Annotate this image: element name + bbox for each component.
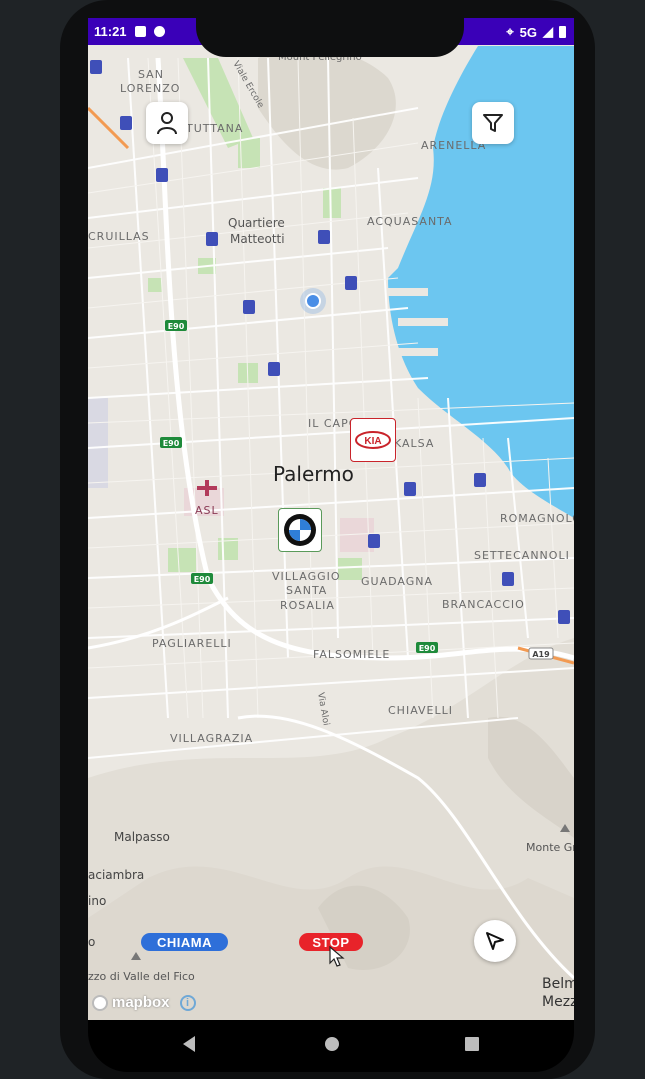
map-label-villaggio: VILLAGGIO bbox=[272, 570, 341, 583]
notification-icon bbox=[134, 26, 146, 37]
network-type: 5G bbox=[519, 24, 537, 40]
battery-icon bbox=[559, 26, 566, 38]
recents-icon[interactable] bbox=[463, 1034, 481, 1054]
bmw-logo bbox=[284, 514, 316, 546]
map-label-chiavelli: CHIAVELLI bbox=[388, 704, 453, 717]
map-label-falsomiele: FALSOMIELE bbox=[313, 648, 390, 661]
map-label-tuttana: TUTTANA bbox=[185, 122, 243, 135]
map-label-villagrazia: VILLAGRAZIA bbox=[170, 732, 253, 745]
back-icon[interactable] bbox=[180, 1034, 198, 1054]
map-label-asl: ASL bbox=[195, 504, 219, 517]
call-button[interactable]: CHIAMA bbox=[141, 933, 228, 951]
map-label-ino: ino bbox=[88, 894, 106, 908]
map-label-malpasso: Malpasso bbox=[114, 830, 170, 844]
mapbox-logo-icon bbox=[92, 994, 108, 1011]
signal-icon: ◢ bbox=[543, 24, 553, 39]
map-label-matteotti: Matteotti bbox=[230, 232, 285, 246]
road-shield-a19: A19 bbox=[532, 650, 550, 659]
map-label-quartiere: Quartiere bbox=[228, 216, 285, 230]
home-icon[interactable] bbox=[323, 1034, 341, 1054]
camera-notch bbox=[196, 0, 464, 57]
map-label-mezz: Mezz bbox=[542, 994, 574, 1010]
map-label-brancaccio: BRANCACCIO bbox=[442, 598, 525, 611]
app-icon bbox=[153, 26, 165, 37]
road-shield-e90: E90 bbox=[168, 322, 185, 331]
map-label-cruillas: CRUILLAS bbox=[88, 230, 150, 243]
filter-button[interactable] bbox=[472, 102, 514, 144]
map-label-o: o bbox=[88, 935, 95, 949]
map-label-san-lorenzo: SAN bbox=[138, 68, 164, 81]
filter-icon bbox=[483, 114, 503, 132]
map-label-acquasanta: ACQUASANTA bbox=[367, 215, 453, 228]
map-screen[interactable]: E90 E90 E90 E90 A19 Mount Pellegrino SAN… bbox=[88, 18, 574, 1020]
system-nav-bar bbox=[88, 1020, 574, 1072]
map-label-romagnolo: ROMAGNOLO bbox=[500, 512, 574, 525]
map-label-rosalia: ROSALIA bbox=[280, 599, 335, 612]
map-label-aciambra: aciambra bbox=[88, 868, 144, 882]
status-time: 11:21 bbox=[94, 24, 127, 39]
map-label-kalsa: KALSA bbox=[394, 437, 434, 450]
road-shield-e90: E90 bbox=[163, 439, 180, 448]
map-label-palazzo: zzo di Valle del Fico bbox=[88, 970, 195, 983]
mapbox-wordmark: mapbox bbox=[112, 994, 170, 1011]
road-shield-e90: E90 bbox=[194, 575, 211, 584]
road-shield-e90: E90 bbox=[419, 644, 436, 653]
info-icon[interactable]: i bbox=[179, 994, 196, 1011]
map-label-city: Palermo bbox=[273, 462, 354, 486]
kia-logo: KIA bbox=[355, 431, 391, 449]
my-location-button[interactable] bbox=[474, 920, 516, 962]
mouse-cursor-icon bbox=[329, 946, 345, 967]
svg-text:KIA: KIA bbox=[364, 436, 381, 447]
map-label-settecannoli: SETTECANNOLI bbox=[474, 549, 570, 562]
location-icon: ⌖ bbox=[506, 24, 514, 39]
map-label-guadagna: GUADAGNA bbox=[361, 575, 433, 588]
bmw-marker[interactable] bbox=[278, 508, 322, 552]
map-label-santa: SANTA bbox=[286, 584, 327, 597]
user-icon bbox=[157, 112, 177, 135]
navigation-arrow-icon bbox=[486, 932, 504, 950]
map-label-pagliarelli: PAGLIARELLI bbox=[152, 637, 232, 650]
map-canvas[interactable]: E90 E90 E90 E90 A19 Mount Pellegrino SAN… bbox=[88, 18, 574, 1020]
map-label-san-lorenzo: LORENZO bbox=[120, 82, 180, 95]
map-label-belm: Belm bbox=[542, 976, 574, 992]
kia-marker[interactable]: KIA bbox=[350, 418, 396, 462]
map-label-monte: Monte Gr bbox=[526, 841, 574, 854]
mapbox-attribution[interactable]: mapbox i bbox=[92, 994, 196, 1011]
profile-button[interactable] bbox=[146, 102, 188, 144]
